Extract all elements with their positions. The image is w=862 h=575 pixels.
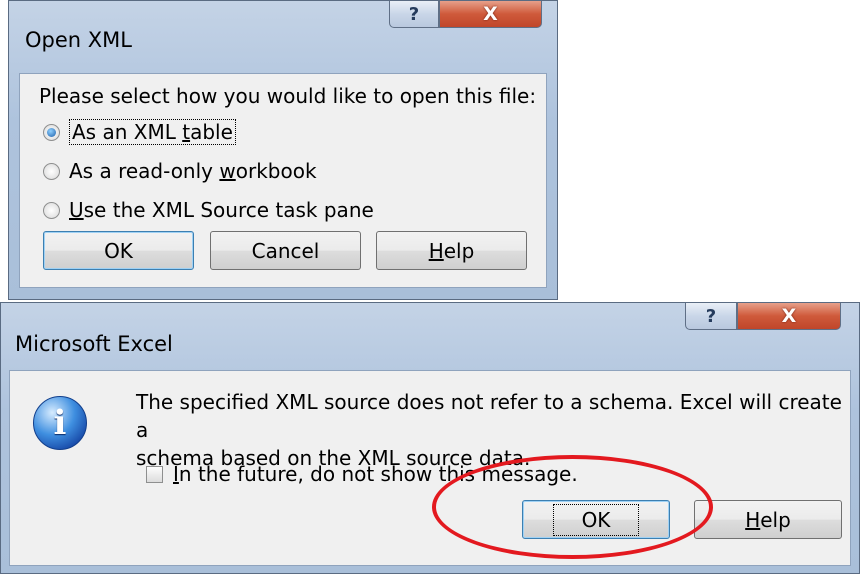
help-button[interactable]: Help [376, 231, 527, 270]
open-xml-dialog: Open XML ? X Please select how you would… [8, 0, 558, 300]
help-button[interactable]: Help [694, 500, 842, 539]
ok-button[interactable]: OK [522, 500, 670, 539]
open-prompt: Please select how you would like to open… [39, 84, 537, 108]
dialog-title: Open XML [25, 28, 132, 52]
question-icon: ? [705, 305, 717, 327]
excel-message-dialog: Microsoft Excel ? X i The specified XML … [0, 302, 860, 574]
option-label: As a read-only workbook [69, 159, 317, 183]
dont-show-again-checkbox[interactable] [146, 465, 163, 483]
radio-xml-table[interactable] [43, 123, 60, 141]
help-caption-button[interactable]: ? [389, 1, 439, 28]
option-read-only-workbook[interactable]: As a read-only workbook [43, 159, 317, 183]
option-xml-source-pane[interactable]: Use the XML Source task pane [43, 198, 374, 222]
radio-xml-source-pane[interactable] [43, 201, 60, 219]
open-xml-client: Please select how you would like to open… [19, 73, 547, 288]
excel-message-client: i The specified XML source does not refe… [9, 370, 851, 566]
option-xml-table[interactable]: As an XML table [43, 119, 236, 145]
ok-button[interactable]: OK [43, 231, 194, 270]
close-button[interactable]: X [737, 303, 841, 330]
option-label: Use the XML Source task pane [69, 198, 374, 222]
radio-read-only-workbook[interactable] [43, 162, 60, 180]
info-icon: i [33, 396, 87, 450]
close-button[interactable]: X [439, 1, 542, 28]
checkbox-label: In the future, do not show this message. [173, 462, 578, 486]
question-icon: ? [408, 3, 420, 25]
dialog-title: Microsoft Excel [15, 332, 173, 356]
close-icon: X [781, 305, 797, 327]
close-icon: X [483, 3, 498, 25]
message-text: The specified XML source does not refer … [136, 390, 842, 470]
cancel-button[interactable]: Cancel [210, 231, 361, 270]
option-label: As an XML table [69, 119, 236, 145]
dont-show-again-option[interactable]: In the future, do not show this message. [146, 462, 578, 486]
help-caption-button[interactable]: ? [685, 303, 737, 330]
